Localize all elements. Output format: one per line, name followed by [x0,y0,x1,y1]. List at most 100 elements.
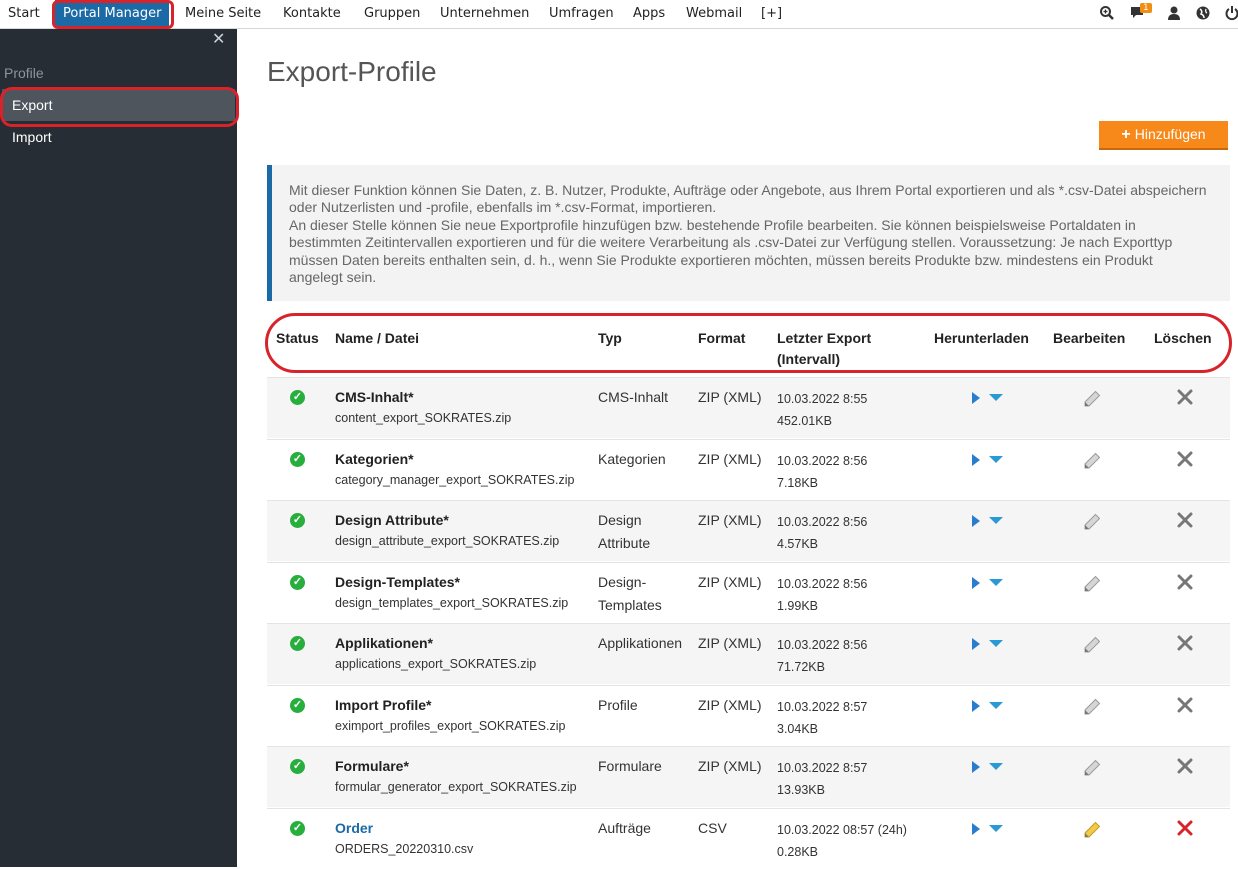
table-row: ✓ Kategorien* category_manager_export_SO… [267,438,1230,500]
last-export: 10.03.2022 8:57 13.93KB [777,757,867,801]
info-text-2: An dieser Stelle können Sie neue Exportp… [289,216,1173,286]
last-export: 10.03.2022 8:56 4.57KB [777,511,867,555]
edit-pencil-icon[interactable] [1082,697,1102,717]
close-icon[interactable]: ✕ [212,32,225,48]
table-row: ✓ CMS-Inhalt* content_export_SOKRATES.zi… [267,377,1230,438]
table-row: ✓ Import Profile* eximport_profiles_expo… [267,684,1230,746]
play-icon[interactable] [970,637,982,651]
download-controls [970,637,1010,651]
top-navigation: Start Portal Manager Meine Seite Kontakt… [0,0,1238,29]
last-export-date: 10.03.2022 8:56 [777,576,868,591]
status-ok-icon: ✓ [290,451,305,467]
download-arrow-icon[interactable] [988,701,1004,711]
status-ok-icon: ✓ [290,574,305,590]
file-size: 3.04KB [777,721,819,736]
delete-icon[interactable] [1177,451,1193,467]
play-icon[interactable] [970,576,982,590]
profile-file: formular_generator_export_SOKRATES.zip [335,780,577,794]
profile-file: design_templates_export_SOKRATES.zip [335,595,569,610]
nav-apps[interactable]: Apps [633,0,665,28]
download-arrow-icon[interactable] [988,578,1004,588]
nav-add-tab[interactable]: [+] [761,0,782,28]
profile-name[interactable]: Order [335,817,373,840]
add-button[interactable]: + Hinzufügen [1099,121,1228,150]
play-icon[interactable] [970,822,982,836]
download-controls [970,576,1010,590]
last-export-date: 10.03.2022 8:57 [777,761,868,775]
play-icon[interactable] [970,391,982,405]
nav-start[interactable]: Start [8,0,40,28]
nav-gruppen[interactable]: Gruppen [364,0,420,28]
last-export: 10.03.2022 8:55 452.01KB [777,388,867,432]
edit-pencil-icon[interactable] [1082,574,1102,594]
last-export-date: 10.03.2022 8:57 [777,699,868,714]
play-icon[interactable] [970,760,982,774]
user-icon[interactable] [1166,5,1182,21]
power-icon[interactable] [1224,5,1238,21]
last-export-date: 10.03.2022 8:56 [777,638,868,652]
delete-icon[interactable] [1177,697,1193,713]
edit-pencil-icon[interactable] [1082,635,1102,655]
profile-name: Applikationen* [335,635,434,651]
table-row: ✓ Applikationen* applications_export_SOK… [267,623,1230,684]
profile-type: Aufträge [598,819,651,836]
download-arrow-icon[interactable] [988,824,1004,834]
sidebar: ✕ Profile Export Import [0,29,239,867]
nav-webmail[interactable]: Webmail [686,0,742,28]
last-export: 10.03.2022 8:56 1.99KB [777,573,867,617]
profile-format: ZIP (XML) [698,758,762,774]
profile-type: Profile [598,696,638,713]
download-controls [970,699,1010,713]
delete-icon[interactable] [1177,635,1193,651]
status-ok-icon: ✓ [290,390,305,405]
download-arrow-icon[interactable] [988,455,1004,465]
download-controls [970,391,1010,405]
profile-type: Formulare [598,758,662,774]
last-export: 10.03.2022 08:57 (24h) 0.28KB [777,819,907,863]
nav-unternehmen[interactable]: Unternehmen [440,0,529,28]
edit-pencil-icon[interactable] [1082,389,1102,409]
search-icon[interactable] [1099,5,1115,21]
delete-icon[interactable] [1177,820,1193,836]
delete-icon[interactable] [1177,512,1193,528]
profile-format: ZIP (XML) [698,389,762,405]
play-icon[interactable] [970,699,982,713]
delete-icon[interactable] [1177,758,1193,774]
delete-icon[interactable] [1177,574,1193,590]
status-ok-icon: ✓ [290,636,305,651]
last-export-date: 10.03.2022 8:55 [777,392,868,406]
last-export-date: 10.03.2022 8:56 [777,453,868,468]
edit-pencil-icon[interactable] [1082,758,1102,778]
profile-name: Kategorien* [335,450,414,467]
status-ok-icon: ✓ [290,697,305,713]
edit-pencil-icon[interactable] [1082,451,1102,471]
download-controls [970,822,1010,836]
highlight-table-header [265,313,1232,373]
edit-pencil-icon[interactable] [1082,512,1102,532]
status-ok-icon: ✓ [290,513,305,528]
download-arrow-icon[interactable] [988,639,1004,649]
profile-file: category_manager_export_SOKRATES.zip [335,472,575,487]
globe-icon[interactable] [1195,5,1211,21]
profile-format: ZIP (XML) [698,512,762,528]
sidebar-heading: Profile [4,65,44,81]
edit-pencil-icon[interactable] [1082,820,1102,840]
play-icon[interactable] [970,514,982,528]
add-button-label: Hinzufügen [1134,126,1206,142]
play-icon[interactable] [970,453,982,467]
delete-icon[interactable] [1177,389,1193,405]
last-export: 10.03.2022 8:56 7.18KB [777,450,867,494]
profile-format: ZIP (XML) [698,696,762,713]
nav-kontakte[interactable]: Kontakte [283,0,341,28]
profile-name: Formulare* [335,758,409,774]
download-arrow-icon[interactable] [988,393,1004,403]
profile-file: ORDERS_20220310.csv [335,841,474,856]
nav-meine-seite[interactable]: Meine Seite [185,0,261,28]
download-arrow-icon[interactable] [988,762,1004,772]
info-text-1: Mit dieser Funktion können Sie Daten, z.… [289,182,1207,216]
file-size: 7.18KB [777,475,819,490]
profile-name: Design Attribute* [335,512,449,528]
highlight-export [0,87,239,127]
nav-umfragen[interactable]: Umfragen [549,0,614,28]
download-arrow-icon[interactable] [988,516,1004,526]
